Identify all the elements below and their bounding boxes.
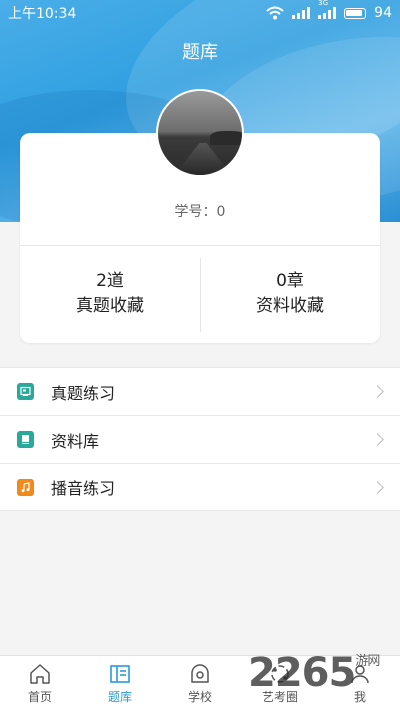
battery-icon	[344, 7, 367, 19]
chevron-right-icon	[371, 480, 384, 494]
avatar-detail	[210, 131, 242, 145]
tab-school[interactable]: 学校	[160, 656, 240, 711]
menu-item-label: 播音练习	[51, 479, 116, 498]
favorite-materials-stat[interactable]: 0章 资料收藏	[200, 245, 380, 343]
school-icon	[191, 664, 209, 683]
watermark-suffix: 游网	[355, 654, 380, 669]
tab-label: 首页	[27, 690, 52, 704]
student-number: 学号：0	[174, 204, 226, 220]
avatar-detail	[168, 143, 238, 175]
menu-item-label: 资料库	[51, 431, 100, 451]
menu-list: 真题练习 资料库 播音练习	[0, 367, 400, 511]
tab-label: 题库	[107, 690, 132, 704]
favorite-questions-count: 2道	[96, 271, 124, 291]
chevron-right-icon	[371, 385, 384, 398]
watermark-text: 2265	[248, 650, 356, 696]
status-time: 上午10:34	[8, 6, 77, 22]
signal-3g-icon: 3G	[318, 0, 337, 19]
menu-item-label: 真题练习	[51, 383, 116, 403]
network-type: 3G	[318, 0, 329, 7]
watermark-logo: 2265游网	[248, 650, 380, 696]
tab-label: 学校	[187, 690, 212, 704]
wifi-icon	[266, 6, 284, 20]
menu-item-exam-practice[interactable]: 真题练习	[0, 367, 400, 415]
exam-icon	[17, 383, 34, 400]
chevron-right-icon	[371, 433, 384, 446]
tab-question-bank[interactable]: 题库	[80, 656, 160, 711]
music-icon	[17, 478, 34, 496]
battery-level: 94	[374, 5, 392, 21]
avatar[interactable]	[156, 89, 244, 177]
menu-item-broadcast-practice[interactable]: 播音练习	[0, 463, 400, 511]
book-icon	[17, 431, 34, 448]
page-title: 题库	[182, 42, 218, 63]
home-icon	[30, 664, 50, 684]
signal-icon	[292, 7, 311, 19]
favorite-materials-count: 0章	[276, 271, 304, 291]
favorite-materials-label: 资料收藏	[256, 296, 324, 316]
menu-item-library[interactable]: 资料库	[0, 415, 400, 463]
tab-home[interactable]: 首页	[0, 656, 80, 711]
status-bar: 上午10:34 3G 94	[0, 0, 400, 26]
favorite-questions-stat[interactable]: 2道 真题收藏	[20, 245, 200, 343]
favorite-questions-label: 真题收藏	[76, 296, 144, 316]
question-bank-icon	[110, 665, 130, 683]
